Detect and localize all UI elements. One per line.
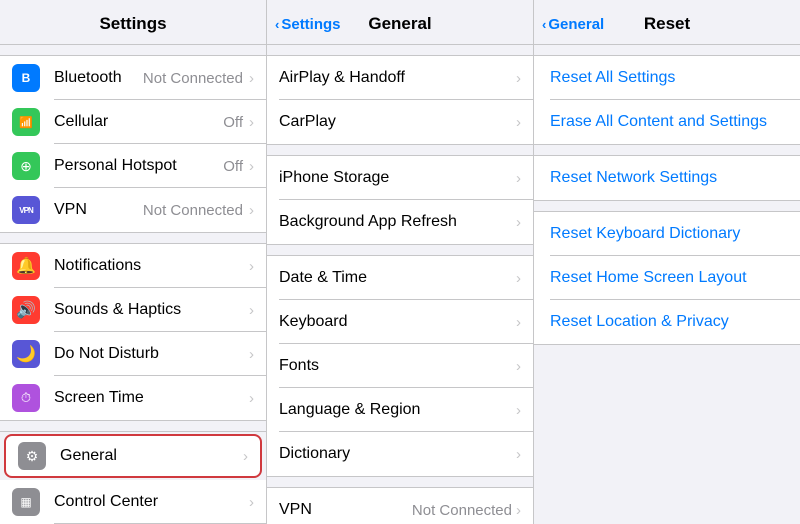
settings-column: Settings B Bluetooth Not Connected › 📶 C… — [0, 0, 267, 524]
notifications-group: 🔔 Notifications › 🔊 Sounds & Haptics › 🌙… — [0, 243, 266, 421]
chevron-right-icon: › — [249, 390, 254, 407]
general-group: ⚙ General › ▦ Control Center › ☀ Display… — [0, 431, 266, 524]
chevron-left-icon: ‹ — [542, 17, 546, 32]
reset-home-screen-row[interactable]: Reset Home Screen Layout — [534, 256, 800, 300]
general-column: ‹ Settings General AirPlay & Handoff › C… — [267, 0, 534, 524]
vpn-icon: VPN — [12, 196, 40, 224]
date-group: Date & Time › Keyboard › Fonts › Languag… — [267, 255, 533, 477]
personal-hotspot-icon: ⊕ — [12, 152, 40, 180]
general-back-button[interactable]: ‹ General — [542, 16, 604, 33]
chevron-right-icon: › — [249, 346, 254, 363]
general-icon: ⚙ — [18, 442, 46, 470]
reset-keyboard-row[interactable]: Reset Keyboard Dictionary — [534, 212, 800, 256]
chevron-right-icon: › — [249, 202, 254, 219]
cellular-icon: 📶 — [12, 108, 40, 136]
chevron-right-icon: › — [249, 302, 254, 319]
chevron-right-icon: › — [516, 502, 521, 519]
chevron-right-icon: › — [249, 70, 254, 87]
vpn-group: VPN Not Connected › — [267, 487, 533, 524]
general-scroll[interactable]: AirPlay & Handoff › CarPlay › iPhone Sto… — [267, 45, 533, 524]
chevron-right-icon: › — [516, 446, 521, 463]
carplay-row[interactable]: CarPlay › — [267, 100, 533, 144]
iphone-storage-row[interactable]: iPhone Storage › — [267, 156, 533, 200]
reset-header: ‹ General Reset — [534, 0, 800, 45]
control-center-icon: ▦ — [12, 488, 40, 516]
cellular-row[interactable]: 📶 Cellular Off › — [0, 100, 266, 144]
chevron-right-icon: › — [243, 448, 248, 465]
language-region-row[interactable]: Language & Region › — [267, 388, 533, 432]
reset-network-row[interactable]: Reset Network Settings — [534, 156, 800, 200]
bluetooth-icon: B — [12, 64, 40, 92]
storage-group: iPhone Storage › Background App Refresh … — [267, 155, 533, 245]
settings-back-button[interactable]: ‹ Settings — [275, 16, 341, 33]
chevron-right-icon: › — [516, 314, 521, 331]
date-time-row[interactable]: Date & Time › — [267, 256, 533, 300]
screen-time-row[interactable]: ⏱ Screen Time › — [0, 376, 266, 420]
vpn-row[interactable]: VPN VPN Not Connected › — [0, 188, 266, 232]
fonts-row[interactable]: Fonts › — [267, 344, 533, 388]
chevron-right-icon: › — [516, 358, 521, 375]
chevron-right-icon: › — [516, 114, 521, 131]
chevron-right-icon: › — [516, 270, 521, 287]
screen-time-icon: ⏱ — [12, 384, 40, 412]
do-not-disturb-row[interactable]: 🌙 Do Not Disturb › — [0, 332, 266, 376]
chevron-right-icon: › — [249, 158, 254, 175]
chevron-right-icon: › — [249, 114, 254, 131]
reset-column: ‹ General Reset Reset All Settings Erase… — [534, 0, 800, 524]
sounds-haptics-row[interactable]: 🔊 Sounds & Haptics › — [0, 288, 266, 332]
settings-scroll[interactable]: B Bluetooth Not Connected › 📶 Cellular O… — [0, 45, 266, 524]
settings-title: Settings — [0, 0, 266, 45]
erase-all-row[interactable]: Erase All Content and Settings — [534, 100, 800, 144]
reset-misc-group: Reset Keyboard Dictionary Reset Home Scr… — [534, 211, 800, 345]
airplay-handoff-row[interactable]: AirPlay & Handoff › — [267, 56, 533, 100]
control-center-row[interactable]: ▦ Control Center › — [0, 480, 266, 524]
dictionary-row[interactable]: Dictionary › — [267, 432, 533, 476]
do-not-disturb-icon: 🌙 — [12, 340, 40, 368]
reset-scroll[interactable]: Reset All Settings Erase All Content and… — [534, 45, 800, 524]
chevron-right-icon: › — [516, 70, 521, 87]
reset-options-group: Reset All Settings Erase All Content and… — [534, 55, 800, 145]
sounds-haptics-icon: 🔊 — [12, 296, 40, 324]
bluetooth-row[interactable]: B Bluetooth Not Connected › — [0, 56, 266, 100]
chevron-right-icon: › — [249, 494, 254, 511]
keyboard-row[interactable]: Keyboard › — [267, 300, 533, 344]
notifications-icon: 🔔 — [12, 252, 40, 280]
reset-network-group: Reset Network Settings — [534, 155, 800, 201]
connectivity-group: B Bluetooth Not Connected › 📶 Cellular O… — [0, 55, 266, 233]
airplay-group: AirPlay & Handoff › CarPlay › — [267, 55, 533, 145]
background-app-refresh-row[interactable]: Background App Refresh › — [267, 200, 533, 244]
general-header: ‹ Settings General — [267, 0, 533, 45]
chevron-left-icon: ‹ — [275, 17, 279, 32]
chevron-right-icon: › — [516, 214, 521, 231]
reset-all-settings-row[interactable]: Reset All Settings — [534, 56, 800, 100]
vpn-row[interactable]: VPN Not Connected › — [267, 488, 533, 524]
notifications-row[interactable]: 🔔 Notifications › — [0, 244, 266, 288]
personal-hotspot-row[interactable]: ⊕ Personal Hotspot Off › — [0, 144, 266, 188]
chevron-right-icon: › — [516, 170, 521, 187]
chevron-right-icon: › — [249, 258, 254, 275]
reset-location-privacy-row[interactable]: Reset Location & Privacy — [534, 300, 800, 344]
general-row[interactable]: ⚙ General › — [4, 434, 262, 478]
chevron-right-icon: › — [516, 402, 521, 419]
